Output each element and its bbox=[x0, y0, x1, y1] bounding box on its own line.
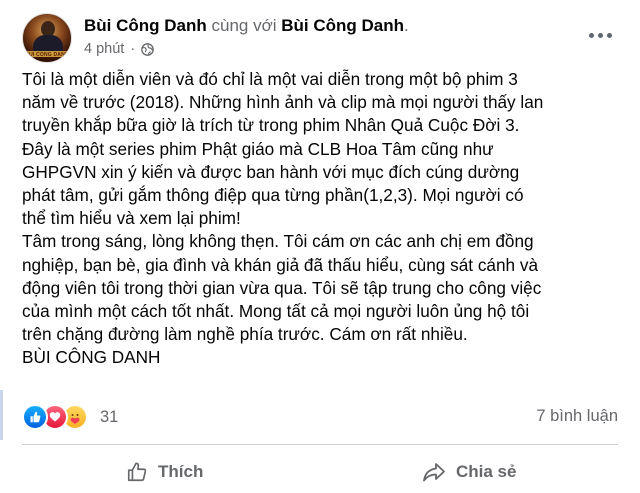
tagged-name[interactable]: Bùi Công Danh bbox=[281, 16, 404, 35]
content-line: Tôi là một diễn viên và đó chỉ là một va… bbox=[22, 69, 518, 89]
author-name[interactable]: Bùi Công Danh bbox=[84, 16, 207, 35]
avatar[interactable]: BUI CONG DANH bbox=[22, 13, 72, 63]
content-line: Tâm trong sáng, lòng không thẹn. Tôi cám… bbox=[22, 231, 534, 252]
content-line: nghiệp, bạn bè, gia đình và khán giả đã … bbox=[22, 254, 539, 275]
thumbs-up-icon bbox=[127, 462, 147, 482]
content-line: trên chặng đường làm nghề phía trước. Cá… bbox=[22, 324, 468, 345]
post-card: BUI CONG DANH Bùi Công Danh cùng với Bùi… bbox=[0, 0, 640, 493]
content-line: thể tìm hiểu và xem lại phim! bbox=[22, 208, 241, 229]
post-meta: 4 phút · bbox=[84, 41, 155, 57]
meta-separator: · bbox=[130, 41, 136, 57]
post-content: Tôi là một diễn viên và đó chỉ là một va… bbox=[22, 68, 628, 370]
post-header: Bùi Công Danh cùng với Bùi Công Danh. bbox=[84, 16, 409, 36]
content-line: phát tâm, gửi gắm thông điệp qua từng ph… bbox=[22, 185, 524, 206]
avatar-banner-text: BUI CONG DANH bbox=[25, 52, 69, 58]
content-line: động viên tôi trong thời gian vừa qua. T… bbox=[22, 277, 542, 298]
like-label: Thích bbox=[158, 462, 204, 481]
post-time[interactable]: 4 phút bbox=[84, 41, 124, 57]
period: . bbox=[404, 16, 409, 35]
content-line: Đây là một series phim Phật giáo mà CLB … bbox=[22, 138, 494, 159]
share-label: Chia sẻ bbox=[456, 462, 517, 481]
content-line: của mình một cách tốt nhất. Mong tất cả … bbox=[22, 301, 530, 322]
more-dot-icon bbox=[606, 32, 612, 38]
comments-count[interactable]: 7 bình luận bbox=[536, 407, 618, 426]
reaction-count: 31 bbox=[100, 407, 119, 426]
like-button[interactable]: Thích bbox=[126, 454, 203, 490]
like-icon bbox=[22, 404, 48, 430]
share-arrow-icon bbox=[423, 463, 445, 482]
content-line: GHPGVN xin ý kiến và được ban hành với m… bbox=[22, 161, 520, 182]
more-options-button[interactable] bbox=[585, 24, 615, 46]
reactions-summary[interactable]: 31 bbox=[22, 404, 118, 430]
share-button[interactable]: Chia sẻ bbox=[422, 454, 516, 490]
action-divider bbox=[22, 444, 618, 445]
more-dot-icon bbox=[597, 32, 603, 38]
more-dot-icon bbox=[588, 32, 594, 38]
left-accent-bar bbox=[0, 390, 3, 440]
content-line: truyền khắp bữa giờ là trích từ trong ph… bbox=[22, 115, 520, 136]
content-line: năm về trước (2018). Những hình ảnh và c… bbox=[22, 92, 544, 113]
globe-icon[interactable] bbox=[141, 42, 155, 56]
with-text: cùng với bbox=[206, 16, 282, 35]
content-line: BÙI CÔNG DANH bbox=[22, 347, 161, 368]
